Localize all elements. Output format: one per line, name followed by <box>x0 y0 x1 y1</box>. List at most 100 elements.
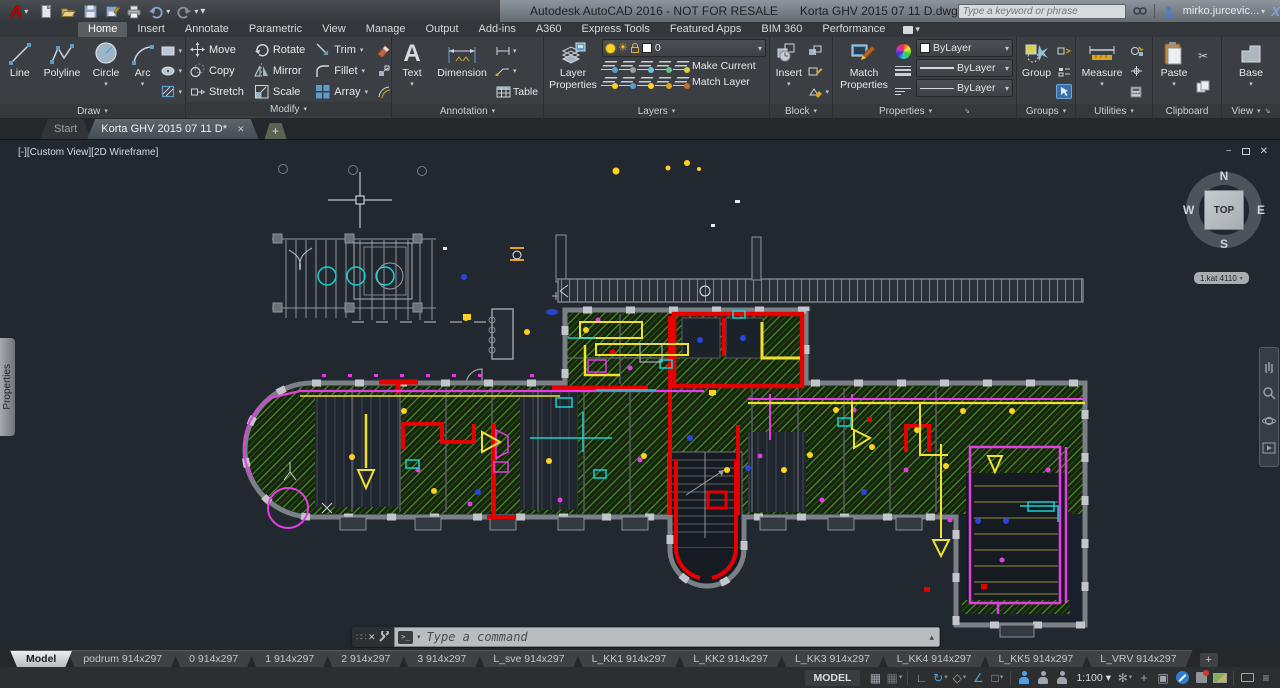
exchange-apps-icon[interactable]: X <box>1271 4 1280 19</box>
new-drawing-tab-button[interactable]: + <box>265 123 287 139</box>
compass-west[interactable]: W <box>1183 203 1194 217</box>
panel-label-layers[interactable]: Layers ▾ <box>544 104 769 118</box>
block-attributes-button[interactable] <box>807 84 823 99</box>
edit-attributes-button[interactable] <box>807 64 823 79</box>
ellipse-tool-button[interactable] <box>160 64 176 79</box>
zoom-icon[interactable] <box>1261 385 1277 401</box>
plot-button[interactable] <box>126 3 142 19</box>
layout-tab[interactable]: podrum 914x297 <box>67 650 178 667</box>
ribbon-tab[interactable]: BIM 360 <box>751 22 812 37</box>
qat-customize-dropdown[interactable]: ▾ <box>200 6 205 17</box>
lineweight-icon[interactable] <box>895 64 911 79</box>
group-button[interactable]: Group <box>1020 39 1053 104</box>
orbit-icon[interactable] <box>1261 413 1277 429</box>
undo-dropdown[interactable]: ▾ <box>166 7 170 16</box>
layout-tab[interactable]: L_KK2 914x297 <box>677 650 784 667</box>
panel-label-draw[interactable]: Draw ▾ <box>0 104 185 118</box>
ribbon-tab[interactable]: Annotate <box>175 22 239 37</box>
quick-select-button[interactable] <box>1128 44 1144 59</box>
array-button[interactable]: Array ▾ <box>313 83 370 100</box>
linetype-dropdown[interactable]: ByLayer ▾ <box>916 79 1013 97</box>
layer-properties-button[interactable]: Layer Properties <box>547 39 599 104</box>
text-button[interactable]: A Text ▾ <box>395 39 429 104</box>
layout-tab[interactable]: 3 914x297 <box>401 650 482 667</box>
chevron-down-icon[interactable]: ▾ <box>1249 81 1253 88</box>
panel-label-utilities[interactable]: Utilities ▾ <box>1076 104 1152 118</box>
ribbon-tab[interactable]: Parametric <box>239 22 312 37</box>
line-button[interactable]: Line <box>3 39 37 104</box>
trim-button[interactable]: Trim ▾ <box>313 41 370 58</box>
new-file-button[interactable] <box>38 3 54 19</box>
annotation-monitor-button[interactable]: + <box>1136 670 1152 686</box>
chevron-down-icon[interactable]: ▾ <box>104 81 108 88</box>
ribbon-tab[interactable]: Express Tools <box>572 22 660 37</box>
snap-mode-button[interactable]: ▦ ▾ <box>886 670 903 686</box>
ribbon-tab[interactable]: A360 <box>526 22 572 37</box>
chevron-down-icon[interactable]: ▾ <box>360 46 364 54</box>
table-button[interactable] <box>495 84 511 99</box>
group-selection-toggle[interactable] <box>1056 84 1072 100</box>
layout-tab[interactable]: L_KK5 914x297 <box>983 650 1090 667</box>
panel-label-modify[interactable]: Modify ▾ <box>186 102 391 116</box>
ribbon-tab[interactable]: Performance <box>812 22 895 37</box>
scale-button[interactable]: Scale <box>252 83 307 100</box>
restore-drawing-icon[interactable] <box>1241 148 1250 155</box>
fillet-button[interactable]: Fillet ▾ <box>313 62 370 79</box>
layer-isolate-button[interactable] <box>620 59 636 73</box>
panel-label-view[interactable]: View ▾ ⇘ <box>1222 104 1280 118</box>
panel-label-annotation[interactable]: Annotation ▾ <box>392 104 543 118</box>
layer-freeze-button[interactable] <box>638 59 654 73</box>
object-color-dropdown[interactable]: ByLayer ▾ <box>916 39 1013 57</box>
ribbon-tab[interactable]: View <box>312 22 356 37</box>
chevron-down-icon[interactable]: ▾ <box>141 81 145 88</box>
showmotion-icon[interactable] <box>1261 440 1277 456</box>
new-layout-button[interactable]: + <box>1199 653 1218 667</box>
named-view-pill[interactable]: 1.kat 4110 ▾ <box>1194 272 1249 284</box>
drag-handle-icon[interactable]: ∷∷ <box>356 632 367 643</box>
ungroup-button[interactable] <box>1056 44 1072 59</box>
drawing-canvas[interactable]: [-][Custom View][2D Wireframe] − ✕ N S W… <box>0 140 1280 648</box>
grid-display-button[interactable]: ▦ <box>867 670 883 686</box>
viewcube[interactable]: N S W E TOP <box>1183 169 1265 251</box>
arc-button[interactable]: Arc ▾ <box>128 39 158 104</box>
viewport-controls-label[interactable]: [-][Custom View][2D Wireframe] <box>18 147 158 158</box>
layer-off-button[interactable] <box>602 59 618 73</box>
layer-thaw-all-button[interactable] <box>638 75 654 89</box>
cut-icon[interactable]: ✂ <box>1195 49 1211 64</box>
panel-label-properties[interactable]: Properties ▾ ⇘ <box>833 104 1016 118</box>
compass-east[interactable]: E <box>1257 203 1265 217</box>
save-as-button[interactable] <box>104 3 120 19</box>
pan-icon[interactable] <box>1261 358 1277 374</box>
layout-tab[interactable]: 2 914x297 <box>325 650 406 667</box>
linear-dimension-button[interactable] <box>495 44 511 59</box>
compass-north[interactable]: N <box>1220 169 1229 183</box>
quick-calculator-button[interactable] <box>1128 84 1144 99</box>
redo-dropdown[interactable]: ▾ <box>194 7 198 16</box>
signed-in-user[interactable]: mirko.jurcevic... <box>1183 5 1259 17</box>
layout-tab[interactable]: L_KK4 914x297 <box>881 650 988 667</box>
annotation-visibility-button[interactable] <box>1016 670 1032 686</box>
dialog-launcher-icon[interactable]: ⇘ <box>964 107 970 115</box>
command-prompt-icon[interactable]: >_ <box>398 630 413 644</box>
dialog-launcher-icon[interactable]: ⇘ <box>1265 107 1271 115</box>
annotation-scale-button[interactable] <box>1054 670 1070 686</box>
layout-tab[interactable]: L_KK3 914x297 <box>779 650 886 667</box>
customize-wrench-icon[interactable] <box>378 631 390 643</box>
layout-tab[interactable]: L_VRV 914x297 <box>1084 650 1192 667</box>
autoscale-button[interactable] <box>1035 670 1051 686</box>
panel-label-clipboard[interactable]: Clipboard <box>1153 104 1221 118</box>
match-properties-button[interactable]: Match Properties <box>836 39 892 104</box>
layout-tab[interactable]: 0 914x297 <box>173 650 254 667</box>
leader-button[interactable] <box>495 64 511 79</box>
layer-unisolate-button[interactable] <box>620 75 636 89</box>
stretch-button[interactable]: Stretch <box>188 83 246 100</box>
workspace-switching-button[interactable]: ✻ ▾ <box>1117 670 1133 686</box>
object-snap-tracking-button[interactable]: ∠ <box>970 670 986 686</box>
paste-button[interactable]: Paste ▾ <box>1156 39 1192 104</box>
command-input-area[interactable]: >_ ▾ ▴ <box>394 627 940 647</box>
close-icon[interactable]: ✕ <box>368 632 376 643</box>
isolate-objects-button[interactable]: ▣ <box>1155 670 1171 686</box>
customization-menu-button[interactable]: ≡ <box>1258 670 1274 686</box>
autodesk-desktop-app-button[interactable] <box>1212 670 1228 686</box>
rotate-button[interactable]: Rotate <box>252 41 307 58</box>
